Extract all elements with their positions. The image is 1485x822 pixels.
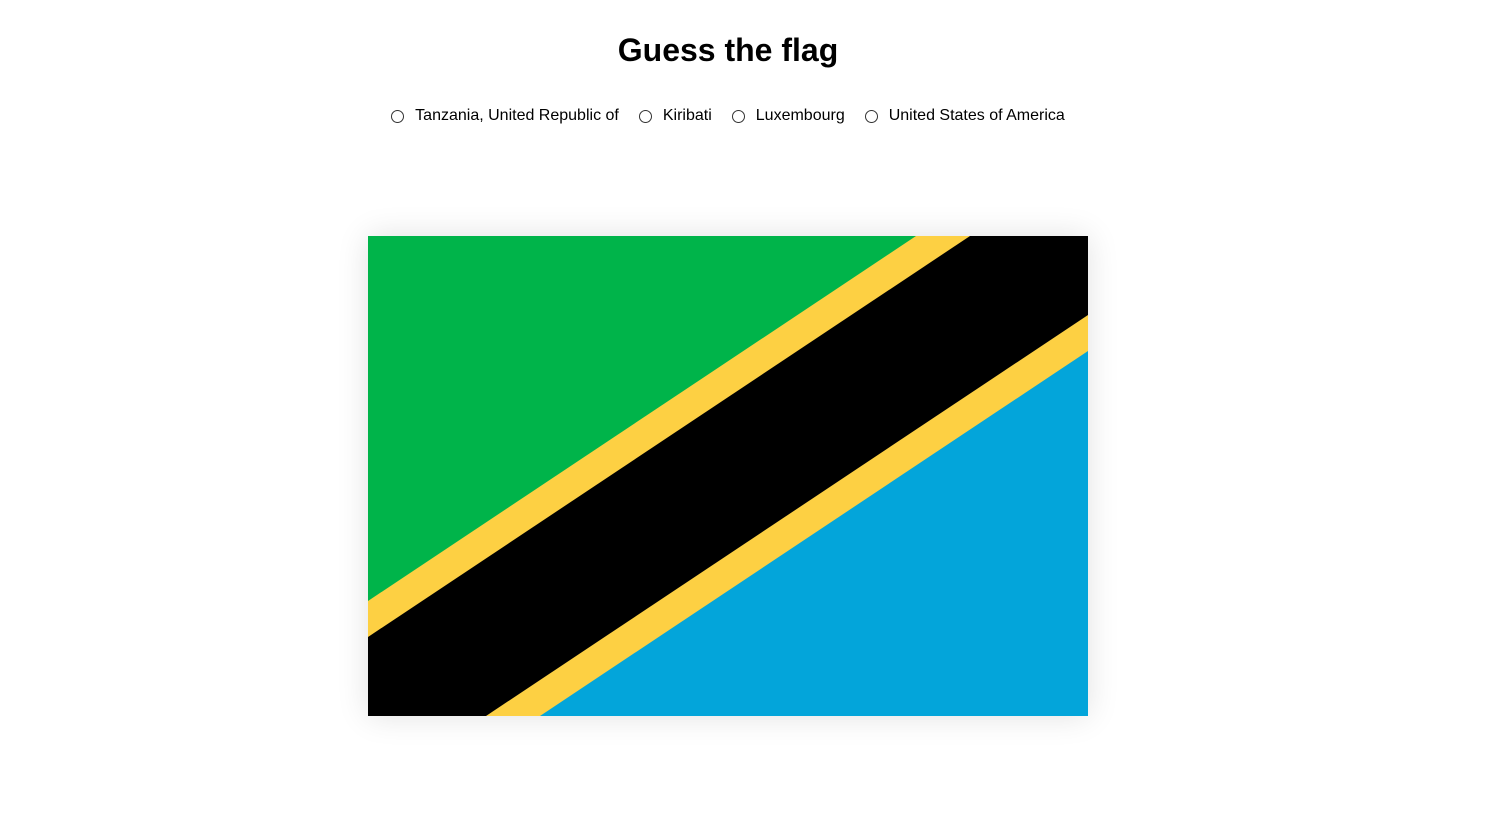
option-kiribati[interactable]: Kiribati [638,105,712,127]
answer-options: Tanzania, United Republic of Kiribati Lu… [0,105,1456,127]
page-title: Guess the flag [617,32,839,68]
option-tanzania[interactable]: Tanzania, United Republic of [391,105,619,127]
quiz-page: Guess the flag Tanzania, United Republic… [0,0,1485,822]
option-label: United States of America [888,107,1065,124]
option-united-states[interactable]: United States of America [864,105,1065,127]
radio-button[interactable] [391,109,405,123]
option-label: Tanzania, United Republic of [415,107,619,124]
tanzania-flag [368,236,1088,716]
radio-button[interactable] [864,109,878,123]
option-label: Kiribati [662,107,712,124]
option-luxembourg[interactable]: Luxembourg [731,105,845,127]
radio-button[interactable] [731,109,745,123]
radio-button[interactable] [638,109,652,123]
option-label: Luxembourg [755,107,845,124]
flag-image [368,236,1088,716]
